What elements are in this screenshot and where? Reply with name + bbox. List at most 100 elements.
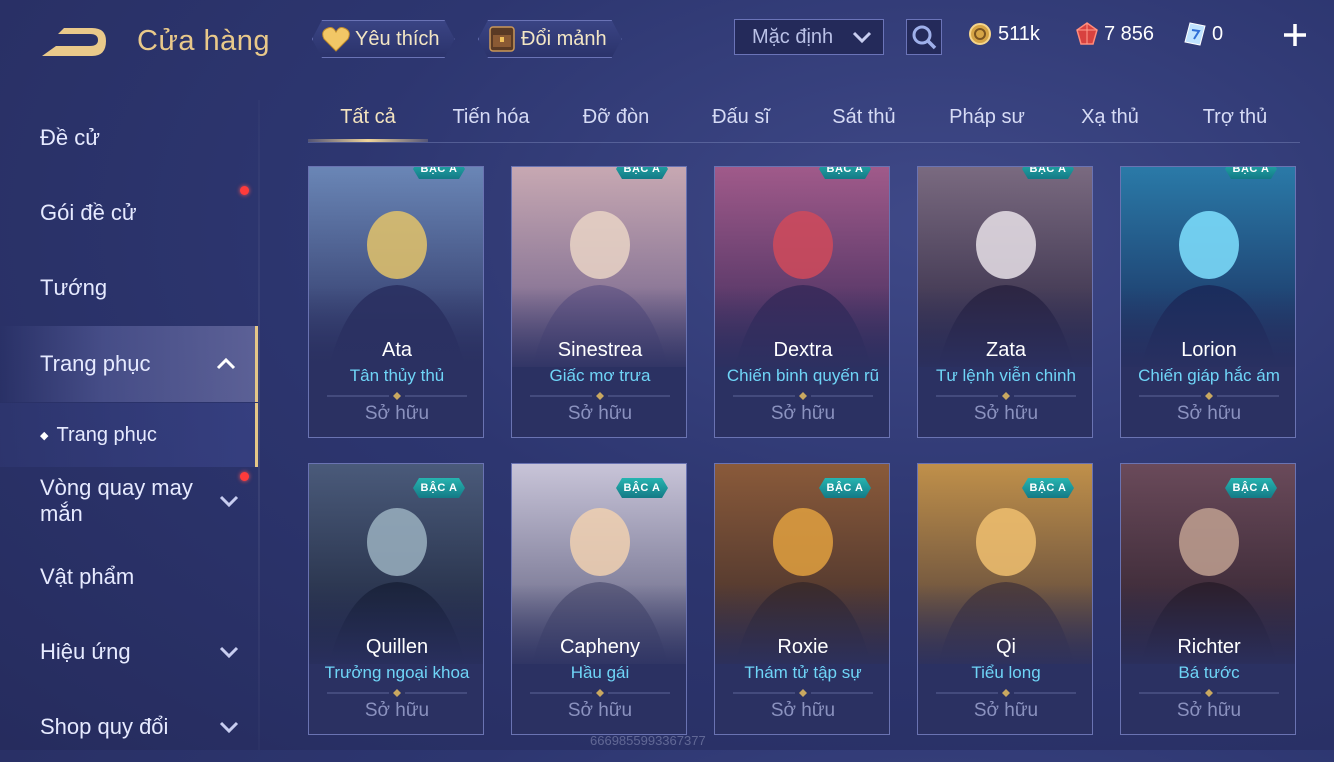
gold-balance: 511k	[968, 22, 1040, 46]
tab-all[interactable]: Tất cả	[308, 106, 428, 129]
tab-mage[interactable]: Pháp sư	[934, 106, 1040, 129]
owned-status: Sở hữu	[1176, 403, 1242, 424]
favorite-label: Yêu thích	[355, 27, 440, 50]
hero-name: Quillen	[365, 636, 429, 658]
role-filter-tabs: Tất cả Tiến hóa Đỡ đòn Đấu sĩ Sát thủ Ph…	[308, 92, 1300, 143]
voucher-balance: 0	[1184, 22, 1223, 46]
sidebar-item-label: Trang phục	[40, 351, 151, 376]
top-up-button[interactable]	[1280, 20, 1310, 50]
divider-ornament	[1139, 689, 1279, 697]
owned-status: Sở hữu	[973, 700, 1039, 721]
hero-name: Dextra	[773, 339, 833, 361]
tier-badge: BẬC A	[1225, 166, 1277, 179]
tab-evolution[interactable]: Tiến hóa	[438, 106, 544, 129]
sidebar-item-label: Vòng quay may mắn	[40, 475, 193, 526]
tier-badge: BẬC A	[819, 166, 871, 179]
tier-badge: BẬC A	[1225, 478, 1277, 498]
divider-ornament	[733, 392, 873, 400]
hero-name: Sinestrea	[557, 339, 643, 361]
hero-name: Richter	[1177, 636, 1241, 658]
hero-name: Qi	[996, 636, 1016, 658]
owned-status: Sở hữu	[770, 403, 836, 424]
skin-name: Tân thủy thủ	[349, 366, 445, 385]
owned-status: Sở hữu	[364, 700, 430, 721]
bullet-diamond-icon: ◆	[40, 429, 49, 442]
owned-status: Sở hữu	[364, 403, 430, 424]
tab-support[interactable]: Trợ thủ	[1182, 106, 1288, 129]
skin-card[interactable]: BẬC A Sinestrea Giấc mơ trưa Sở hữu	[511, 166, 687, 438]
chevron-down-icon	[219, 646, 239, 659]
sidebar-subitem-label: Trang phục	[56, 423, 157, 446]
sidebar-item-skins[interactable]: Trang phục	[0, 326, 258, 402]
skin-name: Tiểu long	[971, 663, 1041, 682]
skin-name: Chiến giáp hắc ám	[1138, 366, 1280, 385]
sort-value: Mặc định	[752, 25, 834, 48]
skin-card[interactable]: BẬC A Dextra Chiến binh quyến rũ Sở hữu	[714, 166, 890, 438]
divider-ornament	[530, 689, 670, 697]
owned-status: Sở hữu	[1176, 700, 1242, 721]
tier-badge: BẬC A	[616, 166, 668, 179]
search-button[interactable]	[906, 19, 942, 55]
gold-value: 511k	[998, 22, 1040, 45]
sort-dropdown[interactable]: Mặc định	[734, 19, 884, 55]
sidebar-item-label: Shop quy đổi	[40, 714, 169, 739]
skin-card[interactable]: BẬC A Ata Tân thủy thủ Sở hữu	[308, 166, 484, 438]
sidebar-item-items[interactable]: Vật phẩm	[0, 542, 258, 612]
tab-fighter[interactable]: Đấu sĩ	[688, 106, 794, 129]
skin-card[interactable]: BẬC A Richter Bá tước Sở hữu	[1120, 463, 1296, 735]
sidebar-item-recommended[interactable]: Đề cử	[0, 103, 258, 173]
sidebar-item-heroes[interactable]: Tướng	[0, 253, 258, 323]
card-shade	[715, 287, 889, 377]
skin-card[interactable]: BẬC A Zata Tư lệnh viễn chinh Sở hữu	[917, 166, 1093, 438]
favorite-button[interactable]: Yêu thích	[312, 20, 455, 58]
tier-badge: BẬC A	[413, 166, 465, 179]
divider-ornament	[936, 392, 1076, 400]
sidebar-item-label: Đề cử	[40, 125, 100, 150]
top-bar: Cửa hàng Yêu thích Đổi mảnh Mặc định 511…	[0, 0, 1334, 80]
hero-name: Lorion	[1181, 339, 1237, 361]
sidebar-item-exchange-shop[interactable]: Shop quy đổi	[0, 692, 258, 762]
sidebar-item-effects[interactable]: Hiệu ứng	[0, 617, 258, 687]
skin-card[interactable]: BẬC A Qi Tiểu long Sở hữu	[917, 463, 1093, 735]
exchange-fragments-button[interactable]: Đổi mảnh	[478, 20, 622, 58]
tier-badge: BẬC A	[1022, 166, 1074, 179]
card-shade	[1121, 584, 1295, 674]
back-arrow-icon	[42, 28, 106, 56]
divider-ornament	[1139, 392, 1279, 400]
tier-badge: BẬC A	[616, 478, 668, 498]
skin-card[interactable]: BẬC A Capheny Hầu gái Sở hữu	[511, 463, 687, 735]
tab-assassin[interactable]: Sát thủ	[811, 106, 917, 129]
sidebar-item-label: Gói đề cử	[40, 200, 137, 225]
plus-icon	[1284, 24, 1306, 46]
tier-badge: BẬC A	[413, 478, 465, 498]
owned-status: Sở hữu	[770, 700, 836, 721]
card-shade	[715, 584, 889, 674]
card-shade	[918, 287, 1092, 377]
tier-badge: BẬC A	[1022, 478, 1074, 498]
sidebar-item-label: Hiệu ứng	[40, 639, 131, 664]
page-title: Cửa hàng	[137, 25, 271, 57]
gem-balance: 7 856	[1076, 22, 1154, 46]
tab-tank[interactable]: Đỡ đòn	[563, 106, 669, 129]
skin-card[interactable]: BẬC A Quillen Trưởng ngoại khoa Sở hữu	[308, 463, 484, 735]
heart-icon	[321, 24, 351, 54]
active-tab-indicator	[308, 139, 428, 142]
sidebar-subitem-skins[interactable]: ◆ Trang phục	[0, 403, 258, 467]
back-button[interactable]	[38, 22, 108, 62]
sidebar-item-recommended-bundles[interactable]: Gói đề cử	[0, 178, 258, 248]
skin-card[interactable]: BẬC A Lorion Chiến giáp hắc ám Sở hữu	[1120, 166, 1296, 438]
skin-name: Hầu gái	[570, 663, 630, 682]
sidebar-divider	[258, 100, 260, 750]
skin-name: Giấc mơ trưa	[549, 366, 651, 385]
divider-ornament	[530, 392, 670, 400]
tab-marksman[interactable]: Xạ thủ	[1057, 106, 1163, 129]
skin-name: Thám tử tập sự	[744, 663, 862, 682]
owned-status: Sở hữu	[973, 403, 1039, 424]
skin-name: Trưởng ngoại khoa	[324, 663, 470, 682]
search-icon	[912, 25, 937, 50]
notification-dot	[240, 186, 249, 195]
sidebar-item-lucky-spin[interactable]: Vòng quay may mắn	[0, 466, 258, 536]
skin-name: Chiến binh quyến rũ	[726, 366, 880, 385]
card-shade	[918, 584, 1092, 674]
skin-card[interactable]: BẬC A Roxie Thám tử tập sự Sở hữu	[714, 463, 890, 735]
